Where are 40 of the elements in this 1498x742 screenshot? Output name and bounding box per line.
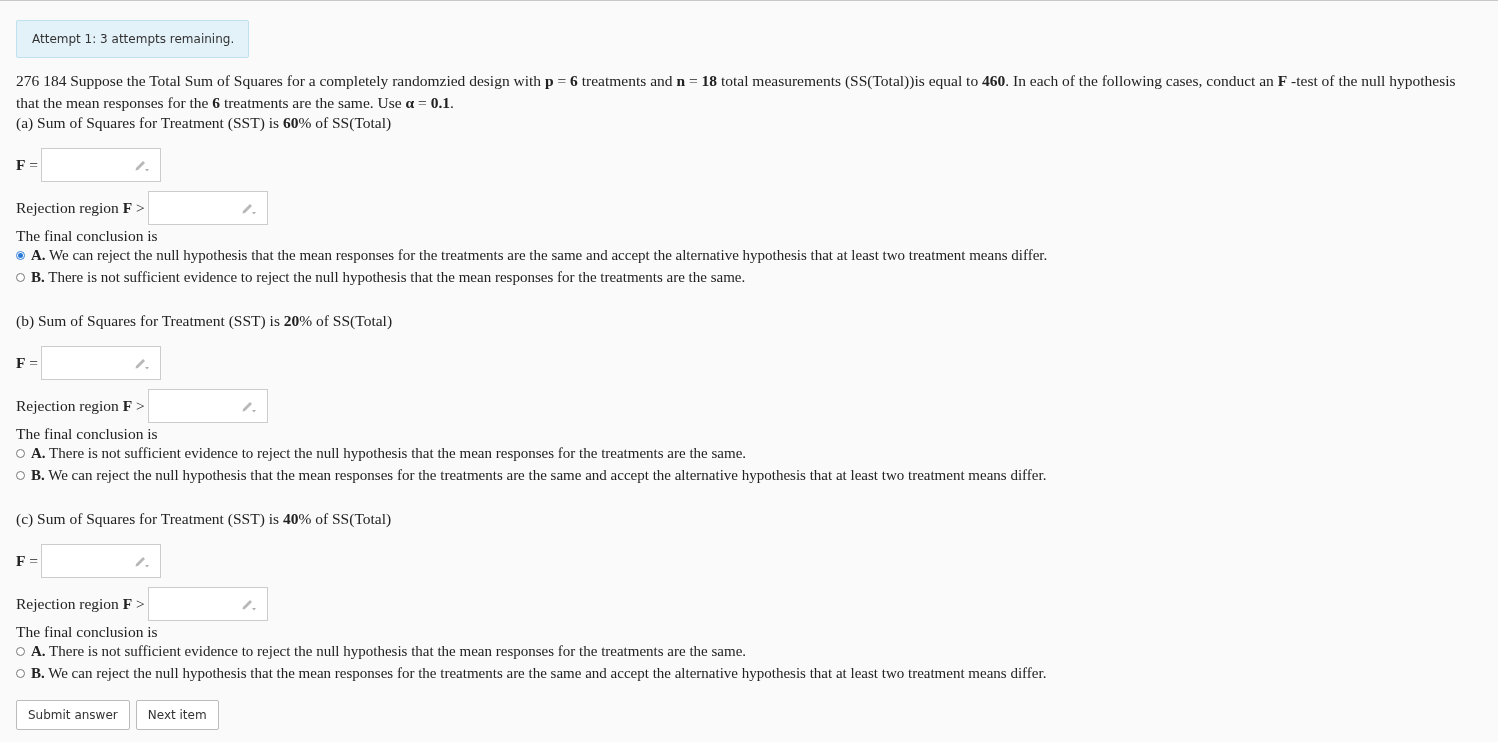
part-heading: (a) Sum of Squares for Treatment (SST) is 60% of SS(Total) xyxy=(16,114,393,132)
pencil-icon xyxy=(134,554,151,568)
conclusion-label: The final conclusion is xyxy=(16,623,159,641)
input-field[interactable] xyxy=(147,389,268,423)
field-label: Rejection region F > xyxy=(16,199,145,217)
pencil-icon xyxy=(134,356,151,370)
radio-button[interactable] xyxy=(16,251,25,260)
action-button[interactable]: Next item xyxy=(135,700,219,730)
field-label: F = xyxy=(16,156,39,174)
radio-button[interactable] xyxy=(16,647,25,656)
conclusion-label: The final conclusion is xyxy=(16,227,159,245)
option-text: B. There is not sufficient evidence to reject the null hypothesis that the mean responses for the treatments are the same. xyxy=(31,269,746,286)
option-text: A. There is not sufficient evidence to reject the null hypothesis that the mean responses for the treatments are the same. xyxy=(31,643,747,660)
conclusion-label: The final conclusion is xyxy=(16,425,159,443)
input-field[interactable] xyxy=(41,544,162,578)
attempt-notice: Attempt 1: 3 attempts remaining. xyxy=(16,20,250,58)
radio-button[interactable] xyxy=(16,669,25,678)
action-button[interactable]: Submit answer xyxy=(16,700,130,730)
radio-button[interactable] xyxy=(16,449,25,458)
pencil-icon xyxy=(240,597,257,611)
field-label: Rejection region F > xyxy=(16,595,145,613)
field-label: F = xyxy=(16,552,39,570)
pencil-icon xyxy=(134,158,151,172)
input-field[interactable] xyxy=(41,346,162,380)
input-field[interactable] xyxy=(41,148,162,182)
radio-button[interactable] xyxy=(16,471,25,480)
option-text: A. There is not sufficient evidence to reject the null hypothesis that the mean responses for the treatments are the same. xyxy=(31,445,747,462)
part-heading: (b) Sum of Squares for Treatment (SST) is 20% of SS(Total) xyxy=(16,312,394,330)
option-text: B. We can reject the null hypothesis that the mean responses for the treatments are the same and accept the alternative hypothesis that at least two treatment means differ. xyxy=(31,467,1047,484)
question-text: 276 184 Suppose the Total Sum of Squares for a completely randomzied design with p = 6 treatments and n = 18 total measurements (SS(Total))is equal to 460. In each of the following cases, conduct an F -test of the null hypothesis that the mean responses for the 6 treatments are the same. Use α = 0.1. xyxy=(16,71,1457,113)
input-field[interactable] xyxy=(147,191,268,225)
input-field[interactable] xyxy=(147,587,268,621)
field-label: F = xyxy=(16,354,39,372)
part-heading: (c) Sum of Squares for Treatment (SST) is 40% of SS(Total) xyxy=(16,510,393,528)
pencil-icon xyxy=(240,399,257,413)
option-text: A. We can reject the null hypothesis that the mean responses for the treatments are the same and accept the alternative hypothesis that at least two treatment means differ. xyxy=(31,247,1048,264)
field-label: Rejection region F > xyxy=(16,397,145,415)
radio-button[interactable] xyxy=(16,273,25,282)
option-text: B. We can reject the null hypothesis that the mean responses for the treatments are the same and accept the alternative hypothesis that at least two treatment means differ. xyxy=(31,665,1047,682)
pencil-icon xyxy=(240,201,257,215)
